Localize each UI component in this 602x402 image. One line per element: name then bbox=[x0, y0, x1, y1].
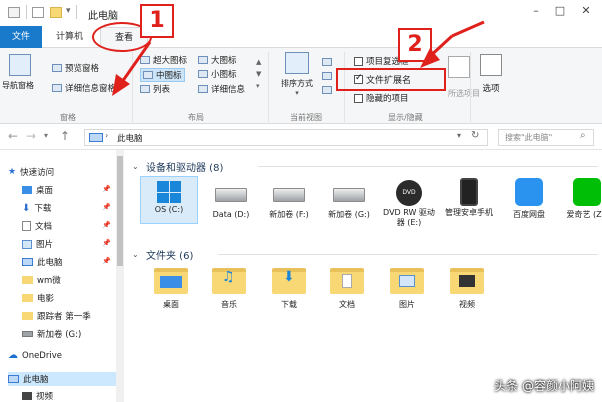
annotation-arrows bbox=[112, 20, 485, 96]
watermark: 头条 @容颜小阿姨 bbox=[494, 379, 594, 393]
arrow-1-head bbox=[112, 74, 130, 96]
arrow-1-shaft bbox=[120, 41, 152, 83]
arrow-2-tail bbox=[451, 20, 485, 38]
